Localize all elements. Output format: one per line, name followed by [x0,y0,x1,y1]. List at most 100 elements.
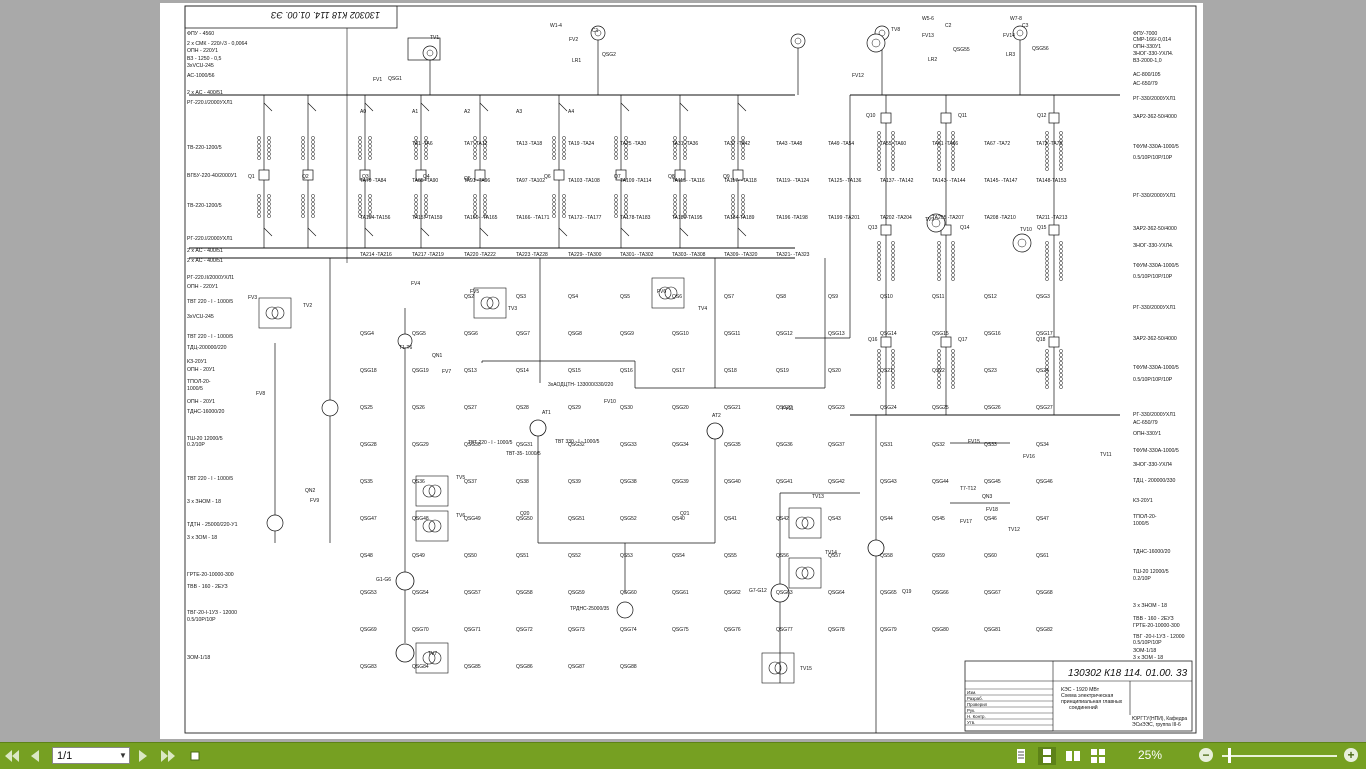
schematic-label: Q15 [1037,225,1047,231]
schematic-label: FV4 [411,281,420,287]
current-transformer-coil [1045,357,1049,361]
schematic-label: QSG83 [360,664,377,670]
fit-page-button[interactable] [189,747,201,765]
left-note: 2 х СМК - 220/√3 - 0,0064 [187,40,247,47]
left-note: 3 х ЗНОМ - 18 [187,499,221,505]
left-note: КЗ-20У1 [187,359,207,365]
two-page-continuous-view-button[interactable] [1089,747,1107,765]
schematic-label: FV12 [852,73,864,79]
current-transformer-coil [311,144,315,148]
current-transformer-coil [1045,155,1049,159]
previous-page-button[interactable] [29,747,41,765]
continuous-view-button[interactable] [1038,747,1056,765]
current-transformer-coil [1045,249,1049,253]
current-transformer-coil [552,152,556,156]
current-transformer-coil [951,273,955,277]
current-transformer-coil [741,202,745,206]
current-transformer-coil [891,385,895,389]
current-transformer-coil [358,148,362,152]
schematic-label: TA85 -TA90 [412,178,438,184]
current-transformer-coil [552,194,556,198]
current-transformer-coil [267,202,271,206]
current-transformer-coil [358,206,362,210]
current-transformer-coil [1045,273,1049,277]
left-note: ТДТН - 25000/220-У1 [187,522,238,528]
current-transformer-coil [301,156,305,160]
schematic-label: Q18 [1036,337,1046,343]
schematic-label: FV10 [604,399,616,405]
schematic-label: QSG12 [776,331,793,337]
current-transformer-coil [483,152,487,156]
current-transformer-coil [473,206,477,210]
current-transformer-coil [891,167,895,171]
zoom-slider[interactable] [1222,755,1337,757]
schematic-label: QS42 [776,516,789,522]
current-transformer-coil [891,151,895,155]
schematic-label: QS37 [464,479,477,485]
current-transformer-coil [368,152,372,156]
circuit-breaker [880,112,892,124]
schematic-label: QSG71 [464,627,481,633]
schematic-label: QSG45 [984,479,1001,485]
schematic-label: QSG22 [776,405,793,411]
left-note: 3 х ЗОМ - 18 [187,535,217,541]
wire [364,102,374,112]
single-page-view-button[interactable] [1014,747,1028,765]
current-transformer-coil [1045,269,1049,273]
last-page-button[interactable] [160,747,176,765]
page-selector[interactable]: 1/1 ▼ [52,747,130,764]
current-transformer-coil [937,241,941,245]
zoom-in-button[interactable]: + [1344,748,1358,762]
document-viewport[interactable]: ФПУ - 4560 2 х СМК - 220/√3 - 0,0064 ОПН -… [0,0,1366,742]
schematic-label: QS59 [932,553,945,559]
schematic-label: QSG80 [932,627,949,633]
schematic-label: QS35 [360,479,373,485]
schematic-label: QSG51 [568,516,585,522]
current-transformer-coil [562,202,566,206]
schematic-label: QS7 [724,294,734,300]
current-transformer-coil [257,152,261,156]
current-transformer-coil [424,136,428,140]
current-transformer-coil [358,194,362,198]
wire [620,227,630,237]
schematic-label: TA160- -TA165 [464,215,498,221]
schematic-label: QS54 [672,553,685,559]
left-note: 3хVCU-245 [187,63,214,69]
schematic-label: QS10 [880,294,893,300]
current-transformer-coil [951,353,955,357]
current-transformer-coil [311,206,315,210]
current-transformer-coil [301,206,305,210]
first-page-button[interactable] [4,747,20,765]
current-transformer-coil [483,206,487,210]
current-transformer-coil [1045,253,1049,257]
schematic-label: TA61 -TA66 [932,141,958,147]
circuit-breaker [940,112,952,124]
current-transformer-coil [358,202,362,206]
schematic-label: QS40 [672,516,685,522]
current-transformer-coil [358,140,362,144]
current-transformer-coil [368,194,372,198]
zoom-slider-handle[interactable] [1228,748,1231,763]
circuit-breaker [880,224,892,236]
schematic-label: QSG81 [984,627,1001,633]
current-transformer-coil [483,148,487,152]
current-transformer-coil [877,361,881,365]
current-transformer-coil [483,202,487,206]
current-transformer-coil [741,198,745,202]
next-page-button[interactable] [137,747,149,765]
current-transformer-coil [267,210,271,214]
current-transformer-coil [937,245,941,249]
voltage-transformer-symbol [422,45,438,61]
current-transformer-coil [673,202,677,206]
current-transformer-coil [368,140,372,144]
left-note: РГ-220.I/2000УХЛ1 [187,100,233,106]
schematic-label: QSG39 [672,479,689,485]
schematic-label: QS21 [880,368,893,374]
schematic-label: QSG77 [776,627,793,633]
two-page-view-button[interactable] [1064,747,1082,765]
right-note: ТДНС-16000/20 [1133,549,1170,555]
rotated-stamp-text: 130302 К18 114. 01.00. ЭЗ [271,10,380,20]
zoom-out-button[interactable]: − [1199,748,1213,762]
schematic-label: 3хАОДЦТН- 133000/330/220 [548,382,613,388]
current-transformer-coil [552,140,556,144]
